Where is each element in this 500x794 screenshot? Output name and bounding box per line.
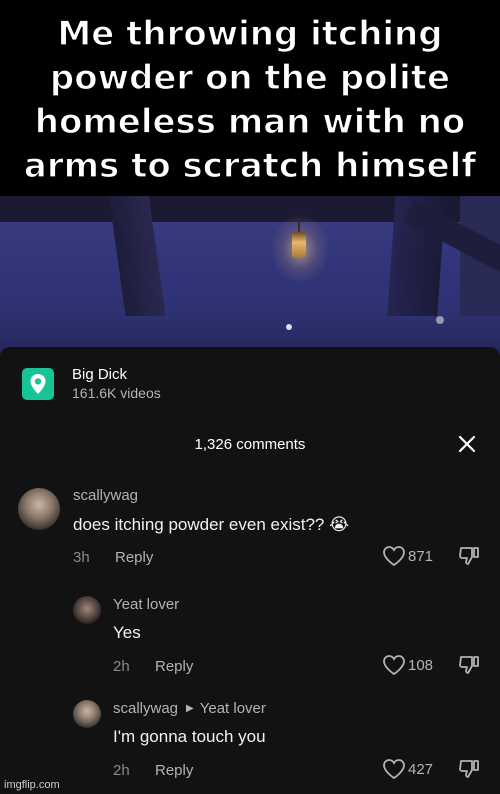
like-count: 108 bbox=[408, 656, 434, 674]
place-link[interactable]: Big Dick 161.6K videos bbox=[22, 365, 161, 403]
reply-arrow-icon: ▶ bbox=[186, 703, 194, 714]
like-count: 427 bbox=[408, 760, 434, 778]
heart-icon bbox=[383, 546, 405, 567]
comment-username[interactable]: scallywag bbox=[73, 487, 138, 504]
lantern-rope bbox=[298, 218, 300, 232]
reply-button[interactable]: Reply bbox=[155, 658, 193, 675]
place-video-count: 161.6K videos bbox=[72, 385, 161, 401]
comments-count-title: 1,326 comments bbox=[194, 436, 306, 453]
comment-text: Yes bbox=[113, 623, 141, 642]
heart-icon bbox=[383, 655, 405, 676]
reply-button[interactable]: Reply bbox=[155, 762, 193, 779]
like-button[interactable]: 871 bbox=[382, 545, 433, 567]
dislike-icon[interactable] bbox=[458, 654, 480, 681]
comment-time: 2h bbox=[113, 658, 130, 675]
comment-text: I'm gonna touch you bbox=[113, 727, 266, 746]
dislike-icon[interactable] bbox=[458, 545, 480, 572]
avatar[interactable] bbox=[73, 596, 101, 624]
comment-text: does itching powder even exist?? 😭 bbox=[73, 515, 349, 534]
close-icon[interactable] bbox=[456, 433, 478, 455]
comments-sheet: Big Dick 161.6K videos 1,326 comments sc… bbox=[0, 347, 500, 794]
comment-reply-item: scallywag ▶ Yeat lover I'm gonna touch you… bbox=[0, 696, 500, 786]
comment-reply-item: Yeat lover Yes 2h Reply 108 bbox=[0, 592, 500, 682]
light-dot bbox=[436, 316, 444, 324]
meme-caption: Me throwing itching powder on the polite… bbox=[23, 13, 477, 186]
comment-username-text: scallywag bbox=[113, 700, 179, 717]
comment-item: scallywag does itching powder even exist… bbox=[0, 483, 500, 573]
lantern bbox=[292, 232, 306, 258]
comment-time: 3h bbox=[73, 549, 90, 566]
comment-username[interactable]: scallywag ▶ Yeat lover bbox=[113, 700, 266, 717]
meme-caption-area: Me throwing itching powder on the polite… bbox=[0, 0, 500, 200]
like-button[interactable]: 427 bbox=[382, 758, 433, 780]
light-dot bbox=[286, 324, 292, 330]
reply-button[interactable]: Reply bbox=[115, 549, 153, 566]
place-name: Big Dick bbox=[72, 366, 128, 383]
video-frame[interactable] bbox=[0, 196, 500, 356]
comment-username[interactable]: Yeat lover bbox=[113, 596, 179, 613]
like-count: 871 bbox=[408, 547, 434, 565]
like-button[interactable]: 108 bbox=[382, 654, 433, 676]
reply-to-username[interactable]: Yeat lover bbox=[200, 700, 266, 717]
avatar[interactable] bbox=[73, 700, 101, 728]
watermark: imgflip.com bbox=[4, 779, 60, 791]
avatar[interactable] bbox=[18, 488, 60, 530]
comment-time: 2h bbox=[113, 762, 130, 779]
dislike-icon[interactable] bbox=[458, 758, 480, 785]
heart-icon bbox=[383, 759, 405, 780]
location-pin-icon bbox=[22, 368, 54, 400]
